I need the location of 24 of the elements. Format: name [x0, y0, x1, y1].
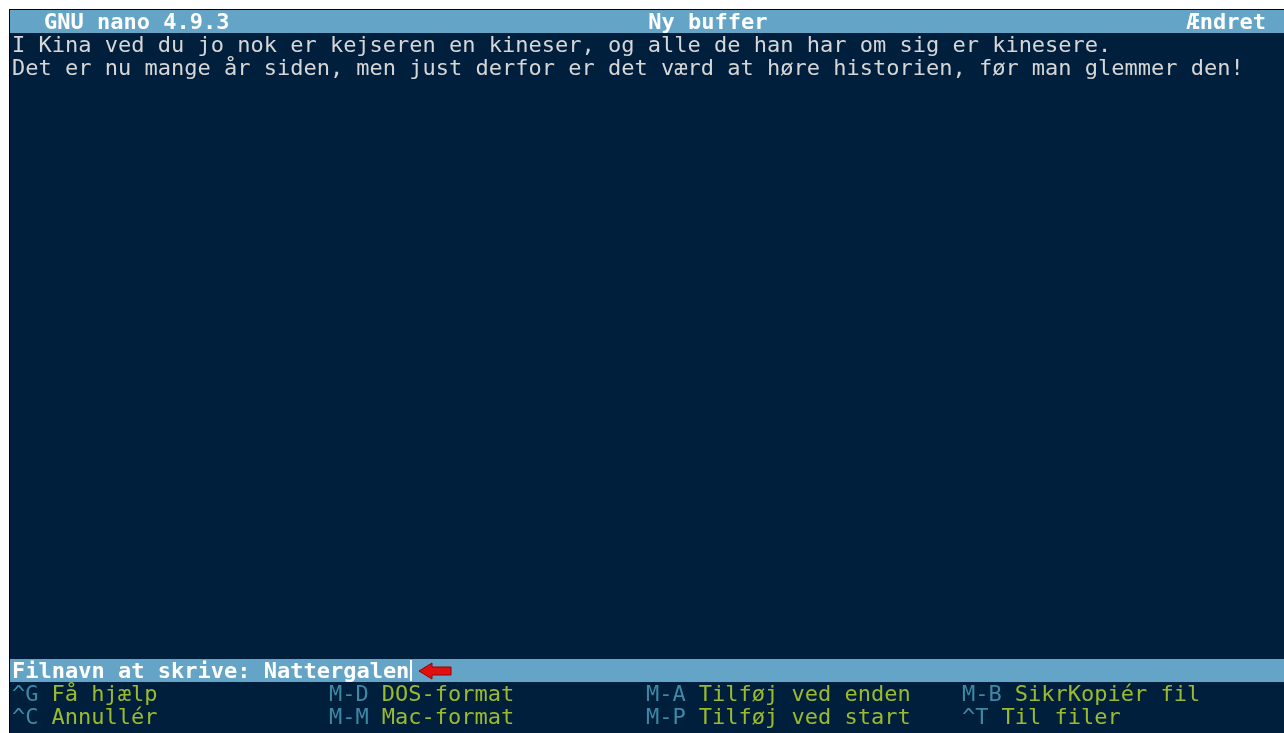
shortcut-key: ^T [962, 705, 989, 728]
shortcut-key: M-D [329, 682, 369, 705]
shortcut-label[interactable]: Til filer [1001, 705, 1121, 728]
shortcut-key: M-M [329, 705, 369, 728]
shortcut-label[interactable]: Tilføj ved enden [698, 682, 911, 705]
shortcut-label[interactable]: Få hjælp [51, 682, 158, 705]
app-version: GNU nano 4.9.3 [44, 10, 230, 33]
text-cursor [410, 660, 413, 681]
arrow-icon [418, 661, 453, 680]
shortcut-key: M-B [962, 682, 1002, 705]
shortcut-key: M-P [646, 705, 686, 728]
prompt-label: Filnavn at skrive: [12, 659, 252, 682]
modified-indicator: Ændret [1186, 10, 1266, 33]
shortcut-label[interactable]: Tilføj ved start [698, 705, 911, 728]
shortcut-label[interactable]: Annullér [51, 705, 158, 728]
text-line: I Kina ved du jo nok er kejseren en kineser, og alle de han har om sig er kinesere. [12, 32, 1112, 57]
shortcut-key: ^G [12, 682, 39, 705]
shortcut-key: ^C [12, 705, 39, 728]
shortcut-label[interactable]: DOS-format [381, 682, 515, 705]
shortcut-label[interactable]: Mac-format [381, 705, 515, 728]
text-line: Det er nu mange år siden, men just derfor er det værd at høre historien, før man glemmer den! [12, 55, 1244, 80]
shortcut-label[interactable]: SikrKopiér fil [1014, 682, 1201, 705]
buffer-name: Ny buffer [648, 9, 768, 34]
shortcut-key: M-A [646, 682, 686, 705]
